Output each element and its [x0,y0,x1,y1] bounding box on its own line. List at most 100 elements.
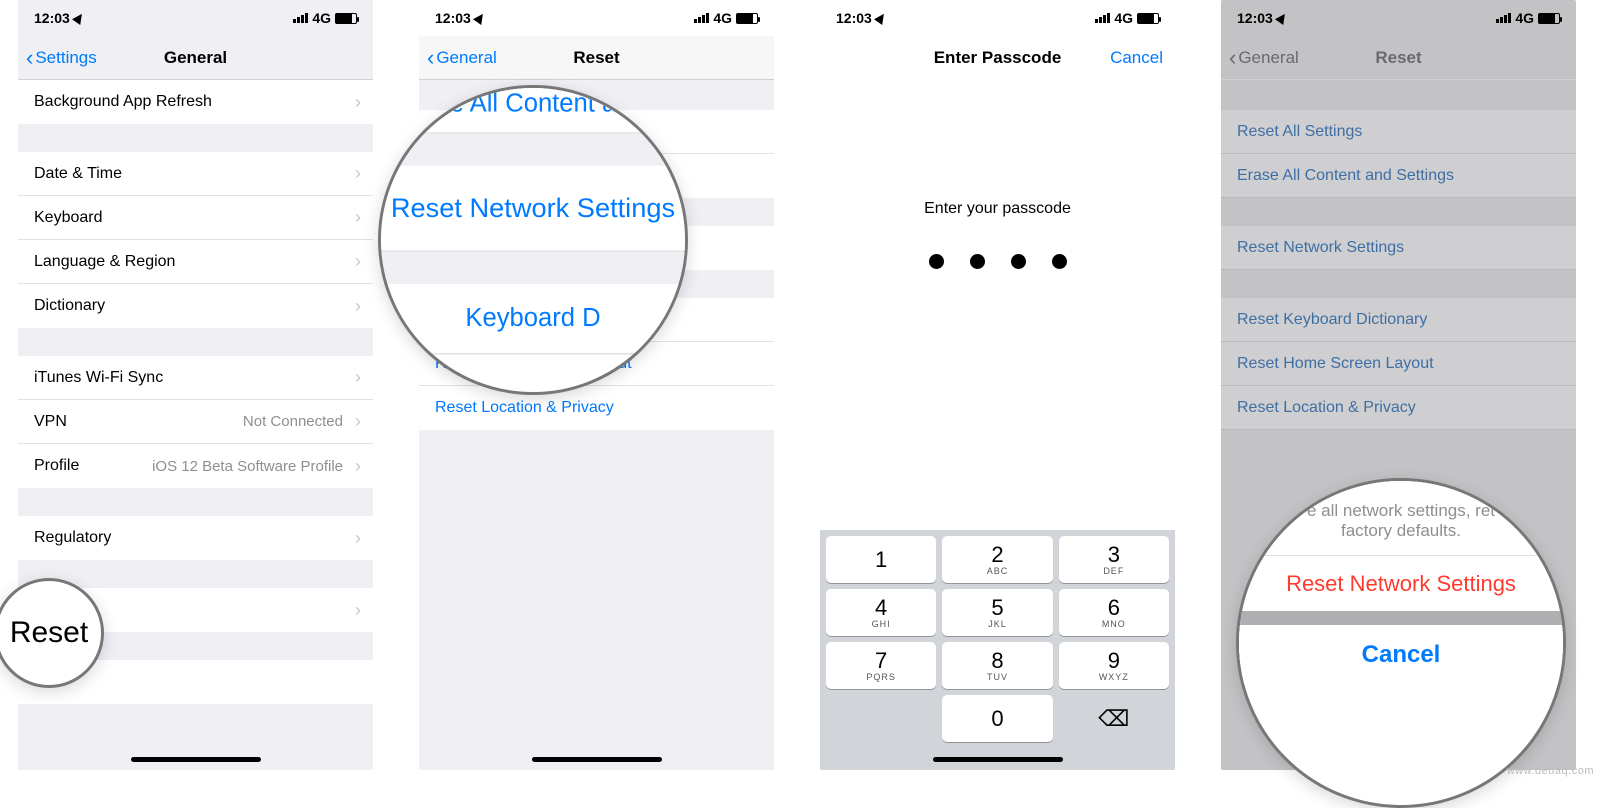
status-bar: 12:03 4G [18,0,373,36]
mag-row-reset-network[interactable]: Reset Network Settings [378,166,688,252]
chevron-right-icon: › [355,163,361,184]
home-indicator[interactable] [933,757,1063,762]
chevron-right-icon: › [355,600,361,621]
action-reset-network-settings[interactable]: Reset Network Settings [1239,555,1563,611]
key-5[interactable]: 5JKL [942,589,1052,636]
key-9[interactable]: 9WXYZ [1059,642,1169,689]
location-icon [1275,11,1289,25]
key-2[interactable]: 2ABC [942,536,1052,583]
back-button[interactable]: ‹General [427,47,497,69]
location-icon [874,11,888,25]
chevron-left-icon: ‹ [26,47,33,69]
chevron-right-icon: › [355,456,361,477]
status-time: 12:03 [34,10,70,26]
action-sheet-message: e all network settings, ret factory defa… [1239,481,1563,555]
nav-bar: ‹General Reset [419,36,774,80]
back-label: Settings [35,48,96,68]
row-date-time[interactable]: Date & Time› [18,152,373,196]
chevron-right-icon: › [355,367,361,388]
key-0[interactable]: 0 [942,695,1052,742]
row-profile[interactable]: ProfileiOS 12 Beta Software Profile› [18,444,373,488]
nav-bar: ‹Settings General [18,36,373,80]
action-sheet-cancel[interactable]: Cancel [1239,625,1563,685]
location-icon [473,11,487,25]
status-time: 12:03 [836,10,872,26]
passcode-prompt: Enter your passcode [820,200,1175,218]
network-label: 4G [312,10,331,26]
chevron-right-icon: › [355,92,361,113]
page-title: General [164,48,227,68]
mag-row-keyboard-partial: Keyboard D [378,284,688,354]
magnify-action-sheet: e all network settings, ret factory defa… [1236,478,1566,808]
chevron-left-icon: ‹ [1229,47,1236,69]
status-bar: 12:03 4G [1221,0,1576,36]
home-indicator[interactable] [532,757,662,762]
signal-icon [293,13,308,23]
magnify-reset-label: Reset [10,616,88,650]
key-1[interactable]: 1 [826,536,936,583]
passcode-dots [820,254,1175,269]
battery-icon [736,13,758,24]
key-empty [826,695,936,742]
page-title: Reset [573,48,619,68]
status-time: 12:03 [435,10,471,26]
back-label: General [436,48,496,68]
chevron-left-icon: ‹ [427,47,434,69]
key-4[interactable]: 4GHI [826,589,936,636]
mag-row-erase-partial: e All Content a [378,85,688,134]
numeric-keypad: 1 2ABC 3DEF 4GHI 5JKL 6MNO 7PQRS 8TUV 9W… [820,530,1175,770]
vpn-status: Not Connected [243,413,343,430]
magnify-reset-network: e All Content a Reset Network Settings K… [378,85,688,395]
row-reset-all-settings: Reset All Settings [1221,110,1576,154]
key-7[interactable]: 7PQRS [826,642,936,689]
row-reset-network-settings: Reset Network Settings [1221,226,1576,270]
status-bar: 12:03 4G [419,0,774,36]
row-reset-location-privacy[interactable]: Reset Location & Privacy [419,386,774,430]
screen-enter-passcode: 12:03 4G Enter Passcode Cancel Enter you… [820,0,1175,770]
back-button: ‹General [1229,47,1299,69]
key-6[interactable]: 6MNO [1059,589,1169,636]
status-bar: 12:03 4G [820,0,1175,36]
profile-detail: iOS 12 Beta Software Profile [152,458,343,475]
location-icon [72,11,86,25]
chevron-right-icon: › [355,411,361,432]
status-time: 12:03 [1237,10,1273,26]
row-reset-keyboard-dictionary: Reset Keyboard Dictionary [1221,298,1576,342]
row-language-region[interactable]: Language & Region› [18,240,373,284]
row-dictionary[interactable]: Dictionary› [18,284,373,328]
nav-bar: Enter Passcode Cancel [820,36,1175,80]
key-3[interactable]: 3DEF [1059,536,1169,583]
back-label: General [1238,48,1298,68]
battery-icon [335,13,357,24]
chevron-right-icon: › [355,528,361,549]
row-regulatory[interactable]: Regulatory› [18,516,373,560]
key-backspace[interactable]: ⌫ [1059,695,1169,742]
row-background-app-refresh[interactable]: Background App Refresh› [18,80,373,124]
row-reset-location-privacy: Reset Location & Privacy [1221,386,1576,430]
signal-icon [1095,13,1110,23]
row-vpn[interactable]: VPNNot Connected› [18,400,373,444]
chevron-right-icon: › [355,207,361,228]
battery-icon [1538,13,1560,24]
home-indicator[interactable] [131,757,261,762]
backspace-icon: ⌫ [1098,706,1129,732]
row-keyboard[interactable]: Keyboard› [18,196,373,240]
row-erase-all-content: Erase All Content and Settings [1221,154,1576,198]
page-title: Reset [1375,48,1421,68]
key-8[interactable]: 8TUV [942,642,1052,689]
watermark: www.deuaq.com [1507,765,1594,777]
network-label: 4G [1114,10,1133,26]
signal-icon [1496,13,1511,23]
row-reset-home-screen-layout: Reset Home Screen Layout [1221,342,1576,386]
signal-icon [694,13,709,23]
cancel-button[interactable]: Cancel [1110,48,1163,68]
chevron-right-icon: › [355,251,361,272]
page-title: Enter Passcode [934,48,1062,68]
network-label: 4G [713,10,732,26]
row-itunes-wifi-sync[interactable]: iTunes Wi-Fi Sync› [18,356,373,400]
network-label: 4G [1515,10,1534,26]
nav-bar: ‹General Reset [1221,36,1576,80]
back-button[interactable]: ‹Settings [26,47,97,69]
battery-icon [1137,13,1159,24]
chevron-right-icon: › [355,296,361,317]
